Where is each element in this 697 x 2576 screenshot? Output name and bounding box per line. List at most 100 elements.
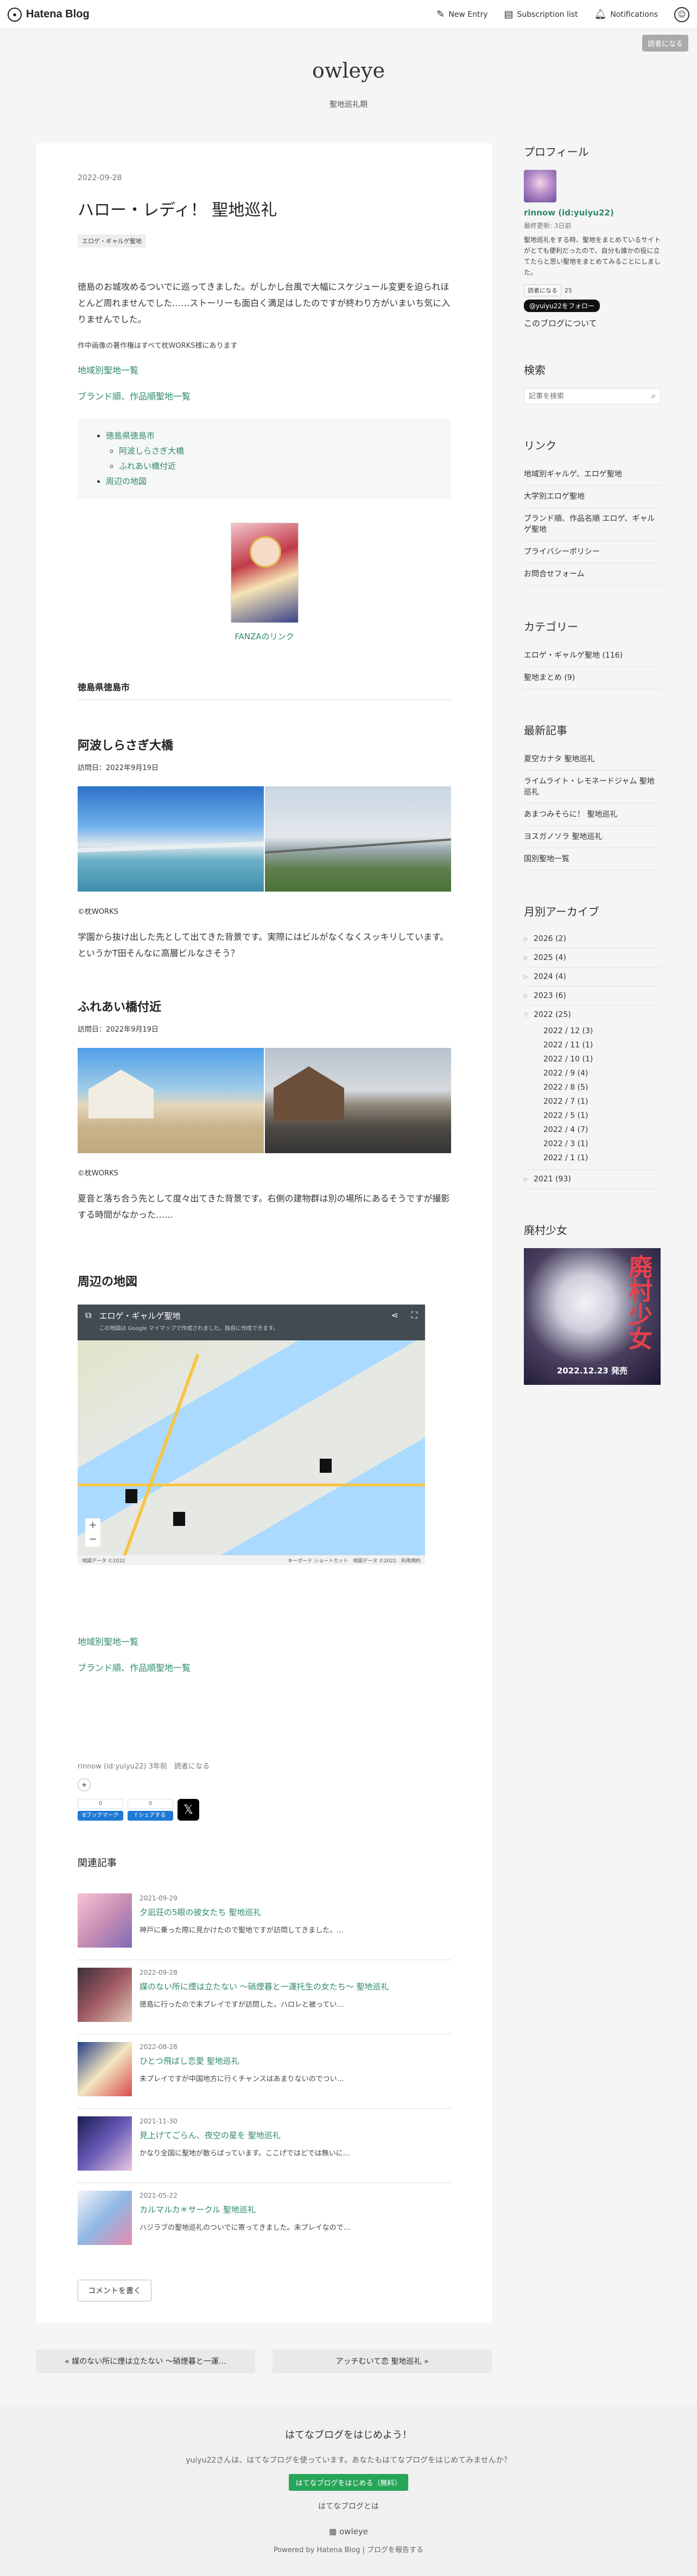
recent-entry-link[interactable]: 国別聖地一覧	[524, 848, 661, 870]
subscription-list-button[interactable]: ▤ Subscription list	[504, 9, 578, 20]
fanza-link[interactable]: FANZAのリンク	[78, 631, 451, 642]
avatar[interactable]	[524, 170, 556, 202]
reader-button[interactable]: 読者になる	[642, 35, 688, 52]
fullscreen-icon[interactable]: ⛶	[411, 1310, 417, 1321]
prev-entry-link[interactable]: « 媒のない所に煙は立たない ～硝煙暮と一運…	[36, 2349, 255, 2373]
archive-month[interactable]: 2022 / 10 (1)	[543, 1052, 661, 1066]
real-bridge-photo[interactable]	[265, 786, 451, 892]
powered-by[interactable]: Powered by Hatena Blog | ブログを報告する	[0, 2544, 697, 2554]
category-link[interactable]: エロゲ・ギャルゲ聖地 (116)	[524, 645, 661, 667]
x-share-icon[interactable]: 𝕏	[178, 1799, 199, 1821]
related-thumbnail[interactable]	[78, 2116, 132, 2171]
archive-month[interactable]: 2022 / 12 (3)	[543, 1024, 661, 1038]
related-thumbnail[interactable]	[78, 1968, 132, 2022]
hatena-blog-logo[interactable]: ● Hatena Blog	[8, 7, 90, 22]
archive-year[interactable]: ▷ 2025 (4)	[524, 949, 661, 968]
sidebar-link[interactable]: 地域別ギャルゲ、エロゲ聖地	[524, 463, 661, 486]
game-banner-image[interactable]: 廃村少女 2022.12.23 発売	[524, 1248, 661, 1385]
related-item[interactable]: 2022-08-28 ひとつ飛ばし恋愛 聖地巡礼 未プレイですが中国地方に行くチ…	[78, 2034, 451, 2109]
toc-item-fureai[interactable]: ふれあい橋付近	[119, 461, 176, 471]
anime-bridge-image[interactable]	[78, 786, 264, 892]
archive-month[interactable]: 2022 / 4 (7)	[543, 1123, 661, 1137]
toc-item-city[interactable]: 徳島県徳島市	[106, 431, 155, 441]
sidebar-link[interactable]: お問合せフォーム	[524, 563, 661, 586]
next-entry-link[interactable]: アッチむいて恋 聖地巡礼 »	[273, 2349, 492, 2373]
banner-title: 廃村少女	[624, 1255, 652, 1350]
archive-year-open[interactable]: ▽ 2022 (25)	[524, 1006, 661, 1024]
map-zoom-control[interactable]: + −	[85, 1518, 100, 1547]
recent-entry-link[interactable]: ライムライト・レモネードジャム 聖地巡礼	[524, 771, 661, 804]
archive-year[interactable]: ▷ 2021 (93)	[524, 1170, 661, 1189]
archive-year[interactable]: ▷ 2026 (2)	[524, 930, 661, 949]
recent-entry-link[interactable]: あまつみそらに！ 聖地巡礼	[524, 804, 661, 826]
related-item[interactable]: 2021-05-22 カルマルカ＊サークル 聖地巡礼 ハジラブの聖地巡礼のついで…	[78, 2183, 451, 2257]
game-package-image[interactable]	[230, 523, 299, 623]
hatena-bookmark-button[interactable]: Bブックマーク	[78, 1811, 123, 1821]
footer: はてなブログをはじめよう！ yuiyu22さんは、はてなブログを使っています。あ…	[0, 2406, 697, 2576]
search-box: ⌕	[524, 388, 661, 404]
map-pin-icon[interactable]	[173, 1512, 185, 1526]
toc-item-bridge[interactable]: 阿波しらさぎ大橋	[119, 446, 184, 456]
map-canvas[interactable]	[78, 1340, 425, 1565]
archive-year[interactable]: ▷ 2024 (4)	[524, 968, 661, 987]
related-item[interactable]: 2022-09-28 媒のない所に煙は立たない ～硝煙暮と一運托生の女たち～ 聖…	[78, 1960, 451, 2034]
ad-widget: 廃村少女 廃村少女 2022.12.23 発売	[524, 1222, 661, 1385]
related-thumbnail[interactable]	[78, 2191, 132, 2245]
real-boathouse-photo[interactable]	[265, 1048, 451, 1153]
start-blog-button[interactable]: はてなブログをはじめる（無料）	[289, 2474, 408, 2491]
recent-entry-link[interactable]: 夏空カナタ 聖地巡礼	[524, 748, 661, 771]
archive-year[interactable]: ▷ 2023 (6)	[524, 987, 661, 1006]
recent-entry-link[interactable]: ヨスガノソラ 聖地巡礼	[524, 826, 661, 848]
profile-name-link[interactable]: rinnow (id:yuiyu22)	[524, 208, 614, 218]
archive-month[interactable]: 2022 / 7 (1)	[543, 1095, 661, 1109]
related-thumbnail[interactable]	[78, 2042, 132, 2096]
subscribe-button[interactable]: 読者になる	[524, 284, 561, 296]
search-icon[interactable]: ⌕	[651, 392, 656, 400]
archive-month[interactable]: 2022 / 1 (1)	[543, 1151, 661, 1165]
search-input[interactable]	[529, 392, 652, 400]
links-widget: リンク 地域別ギャルゲ、エロゲ聖地 大学別エロゲ聖地 ブランド順、作品名順 エロ…	[524, 437, 661, 586]
share-icon[interactable]: ⋖	[391, 1310, 398, 1321]
brand-list-link-bottom[interactable]: ブランド順、作品順聖地一覧	[78, 1661, 451, 1674]
archive-month[interactable]: 2022 / 11 (1)	[543, 1038, 661, 1052]
write-comment-button[interactable]: コメントを書く	[78, 2280, 151, 2301]
archive-month[interactable]: 2022 / 5 (1)	[543, 1109, 661, 1123]
map-sidebar-icon[interactable]: ⧉	[85, 1310, 91, 1321]
sidebar-link[interactable]: 大学別エロゲ聖地	[524, 486, 661, 508]
footer-blog-name[interactable]: ▦ owleye	[0, 2527, 697, 2536]
archive-month[interactable]: 2022 / 9 (4)	[543, 1066, 661, 1080]
map-pin-icon[interactable]	[125, 1489, 137, 1503]
toc-item-map[interactable]: 周辺の地図	[106, 476, 147, 486]
blog-title[interactable]: owleye	[0, 59, 697, 82]
map-road	[78, 1484, 425, 1486]
entry-byline[interactable]: rinnow (id:yuiyu22) 3年前 読者になる	[78, 1760, 451, 1771]
embedded-map[interactable]: ⧉ エロゲ・ギャルゲ聖地 この地図は Google マイマップで作成されました。…	[78, 1305, 425, 1565]
sidebar-link[interactable]: プライバシーポリシー	[524, 541, 661, 563]
anime-boathouse-image[interactable]	[78, 1048, 264, 1153]
x-follow-button[interactable]: @yuiyu22をフォロー	[524, 300, 600, 312]
notifications-button[interactable]: 🔔︎ Notifications	[594, 9, 658, 20]
area-list-link-bottom[interactable]: 地域別聖地一覧	[78, 1634, 451, 1648]
new-entry-button[interactable]: ✎ New Entry	[436, 9, 487, 20]
user-menu-icon[interactable]: ☺	[674, 7, 689, 22]
entry-title[interactable]: ハロー・レディ！ 聖地巡礼	[78, 196, 451, 220]
share-buttons: 0 Bブックマーク 0 f シェアする 𝕏	[78, 1799, 451, 1821]
entry-date[interactable]: 2022-09-28	[78, 174, 451, 182]
sidebar-link[interactable]: ブランド順、作品名順 エロゲ、ギャルゲ聖地	[524, 508, 661, 541]
footer-heading: はてなブログをはじめよう！	[285, 2429, 412, 2441]
about-hatena-blog-link[interactable]: はてなブログとは	[0, 2501, 697, 2511]
star-add-icon[interactable]: ★	[78, 1778, 91, 1791]
category-tag[interactable]: エロゲ・ギャルゲ聖地	[78, 234, 146, 247]
archive-month[interactable]: 2022 / 3 (1)	[543, 1137, 661, 1151]
about-blog-link[interactable]: このブログについて	[524, 317, 661, 329]
brand-list-link[interactable]: ブランド順、作品順聖地一覧	[78, 389, 451, 402]
facebook-share-button[interactable]: f シェアする	[128, 1811, 173, 1821]
area-list-link[interactable]: 地域別聖地一覧	[78, 363, 451, 376]
category-link[interactable]: 聖地まとめ (9)	[524, 667, 661, 689]
archive-month[interactable]: 2022 / 8 (5)	[543, 1080, 661, 1095]
map-pin-icon[interactable]	[320, 1459, 332, 1473]
related-thumbnail[interactable]	[78, 1893, 132, 1948]
map-title[interactable]: エロゲ・ギャルゲ聖地	[99, 1310, 278, 1321]
related-item[interactable]: 2021-09-29 夕凪荘の5眼の彼女たち 聖地巡礼 神戸に乗った際に見かけた…	[78, 1886, 451, 1960]
related-item[interactable]: 2021-11-30 見上げてごらん、夜空の星を 聖地巡礼 かなり全国に聖地が散…	[78, 2109, 451, 2183]
